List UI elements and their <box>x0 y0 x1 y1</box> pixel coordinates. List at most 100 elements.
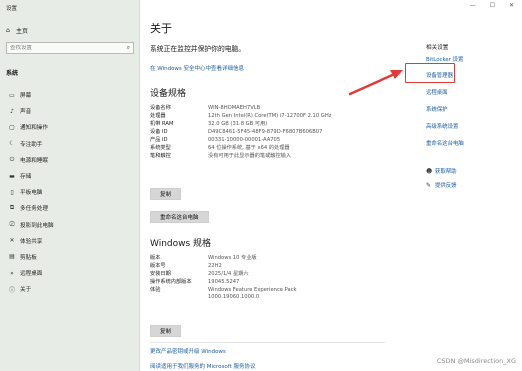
spec-value: D49C8461-5F45-48F9-879D-F6807B606B07 <box>208 128 323 135</box>
app-title: 设置 <box>6 6 18 12</box>
feedback-icon: ✎ <box>426 181 432 189</box>
spec-key: 设备 ID <box>150 129 168 136</box>
maximize-button[interactable]: ☐ <box>490 2 495 9</box>
bitlocker-settings-link[interactable]: BitLocker 设置 <box>426 55 463 63</box>
spec-row: 机带 RAM 32.0 GB (31.8 GB 可用) <box>150 120 331 128</box>
spec-key: 安装日期 <box>150 271 171 278</box>
divider <box>150 342 385 343</box>
settings-sidebar: 设置 ⌂ 主页 ⌕ 系统 ▭ 屏幕 ♪ 声音 ▢ 通知和操作 ☾ 专注助手 ⏻ … <box>0 0 140 371</box>
search-input[interactable] <box>10 45 118 51</box>
spec-row: 系统类型 64 位操作系统, 基于 x64 的处理器 <box>150 143 331 151</box>
spec-value: 19045.5247 <box>208 278 240 285</box>
share-icon: ✕ <box>9 237 15 245</box>
search-icon[interactable]: ⌕ <box>127 44 130 52</box>
sidebar-item-storage[interactable]: ▬ 存储 <box>0 168 140 184</box>
display-icon: ▭ <box>9 91 15 99</box>
windows-specs-heading: Windows 规格 <box>150 239 212 249</box>
related-settings-title: 相关设置 <box>426 45 449 51</box>
sidebar-item-label: 专注助手 <box>20 141 43 148</box>
device-specs-table: 设备名称 WIN-8HOMAEH7VLB 处理器 12th Gen Intel(R)… <box>150 104 331 159</box>
sidebar-item-label: 体验共享 <box>20 238 43 245</box>
speaker-icon: ♪ <box>10 107 14 115</box>
remote-desktop-link[interactable]: 远程桌面 <box>426 88 448 96</box>
sidebar-item-about[interactable]: ⓘ 关于 <box>0 281 140 297</box>
sidebar-item-sound[interactable]: ♪ 声音 <box>0 103 140 119</box>
window-controls: — ☐ ✕ <box>470 2 514 9</box>
annotation-highlight-box <box>405 63 455 83</box>
get-help-link[interactable]: ☻ 获取帮助 <box>426 167 457 176</box>
spec-row: 处理器 12th Gen Intel(R) Core(TM) i7-12700F … <box>150 112 331 120</box>
give-feedback-label: 提供反馈 <box>435 183 457 189</box>
sidebar-item-label: 多任务处理 <box>20 206 48 213</box>
watermark: CSDN @Misdirection_XG <box>436 357 516 365</box>
sidebar-item-label: 电源和睡眠 <box>20 157 48 164</box>
storage-icon: ▬ <box>9 172 15 180</box>
spec-value: 00331-10000-00001-AA705 <box>208 136 281 143</box>
windows-specs-table: 版本 Windows 10 专业版 版本号 22H2 安装日期 2025/1/4 星期… <box>150 254 297 301</box>
sidebar-item-label: 存储 <box>20 174 32 181</box>
moon-icon: ☾ <box>9 140 15 148</box>
device-specs-heading: 设备规格 <box>150 89 187 99</box>
sidebar-item-shared-experiences[interactable]: ✕ 体验共享 <box>0 233 140 249</box>
spec-value: 32.0 GB (31.8 GB 可用) <box>208 121 268 128</box>
spec-row: 笔和触控 没有可用于此显示器的笔或触控输入 <box>150 151 331 159</box>
page-title: 关于 <box>150 22 172 35</box>
change-product-key-link[interactable]: 更改产品密钥或升级 Windows <box>150 347 226 355</box>
home-icon: ⌂ <box>6 26 10 34</box>
sidebar-item-label: 屏幕 <box>20 93 32 100</box>
spec-key: 处理器 <box>150 113 166 120</box>
sidebar-item-tablet[interactable]: ▯ 平板电脑 <box>0 184 140 200</box>
sidebar-item-clipboard[interactable]: ▤ 剪贴板 <box>0 249 140 265</box>
spec-value: 2025/1/4 星期六 <box>208 271 249 278</box>
get-help-label: 获取帮助 <box>435 169 457 175</box>
search-box[interactable]: ⌕ <box>6 42 134 54</box>
spec-row: 版本号 22H2 <box>150 262 297 270</box>
sidebar-item-label: 关于 <box>20 287 32 294</box>
tablet-icon: ▯ <box>10 188 14 196</box>
sidebar-item-label: 剪贴板 <box>20 254 37 261</box>
service-agreement-link[interactable]: 阅读适用于我们服务的 Microsoft 服务协议 <box>150 362 256 370</box>
sidebar-nav-list: ▭ 屏幕 ♪ 声音 ▢ 通知和操作 ☾ 专注助手 ⏻ 电源和睡眠 ▬ 存储 ▯ … <box>0 87 140 297</box>
give-feedback-link[interactable]: ✎ 提供反馈 <box>426 181 457 190</box>
spec-value: Windows Feature Experience Pack <box>208 286 297 293</box>
security-center-link[interactable]: 在 Windows 安全中心中查看详细信息 <box>150 64 244 72</box>
spec-row: 安装日期 2025/1/4 星期六 <box>150 270 297 278</box>
sidebar-item-label: 声音 <box>20 109 32 116</box>
rename-pc-button[interactable]: 重命名这台电脑 <box>150 211 209 223</box>
spec-row: 1000.19060.1000.0 <box>150 293 297 301</box>
copy-windows-specs-button[interactable]: 复制 <box>150 325 182 337</box>
system-protection-link[interactable]: 系统保护 <box>426 105 448 113</box>
sidebar-item-label: 通知和操作 <box>20 125 48 132</box>
sidebar-item-power[interactable]: ⏻ 电源和睡眠 <box>0 152 140 168</box>
multitask-icon: ⧉ <box>9 204 15 212</box>
spec-key: 操作系统内部版本 <box>150 279 192 286</box>
sidebar-item-focus-assist[interactable]: ☾ 专注助手 <box>0 136 140 152</box>
sidebar-item-remote-desktop[interactable]: » 远程桌面 <box>0 265 140 281</box>
sidebar-item-display[interactable]: ▭ 屏幕 <box>0 87 140 103</box>
close-button[interactable]: ✕ <box>509 2 514 9</box>
sidebar-item-label: 远程桌面 <box>20 271 43 278</box>
spec-row: 设备 ID D49C8461-5F45-48F9-879D-F6807B606B0… <box>150 128 331 136</box>
security-status-text: 系统正在监控并保护你的电脑。 <box>150 45 246 53</box>
spec-value: WIN-8HOMAEH7VLB <box>208 104 261 111</box>
annotation-arrow-icon <box>348 70 403 96</box>
sidebar-item-projecting[interactable]: ⎚ 投影到此电脑 <box>0 217 140 233</box>
help-icon: ☻ <box>426 167 433 175</box>
spec-row: 产品 ID 00331-10000-00001-AA705 <box>150 136 331 144</box>
advanced-system-settings-link[interactable]: 高级系统设置 <box>426 122 458 130</box>
sidebar-item-notifications[interactable]: ▢ 通知和操作 <box>0 119 140 135</box>
spec-row: 体验 Windows Feature Experience Pack <box>150 286 297 294</box>
nav-home-label: 主页 <box>16 27 29 35</box>
spec-key: 版本号 <box>150 263 166 270</box>
section-label-system: 系统 <box>6 70 19 77</box>
rename-pc-link[interactable]: 重命名这台电脑 <box>426 139 464 147</box>
spec-key: 系统类型 <box>150 144 171 151</box>
spec-key: 笔和触控 <box>150 152 171 159</box>
info-icon: ⓘ <box>8 286 15 294</box>
copy-device-specs-button[interactable]: 复制 <box>150 188 182 200</box>
clipboard-icon: ▤ <box>9 253 15 261</box>
minimize-button[interactable]: — <box>470 2 476 9</box>
nav-home[interactable]: ⌂ 主页 <box>6 25 28 35</box>
sidebar-item-multitasking[interactable]: ⧉ 多任务处理 <box>0 200 140 216</box>
spec-row: 版本 Windows 10 专业版 <box>150 254 297 262</box>
